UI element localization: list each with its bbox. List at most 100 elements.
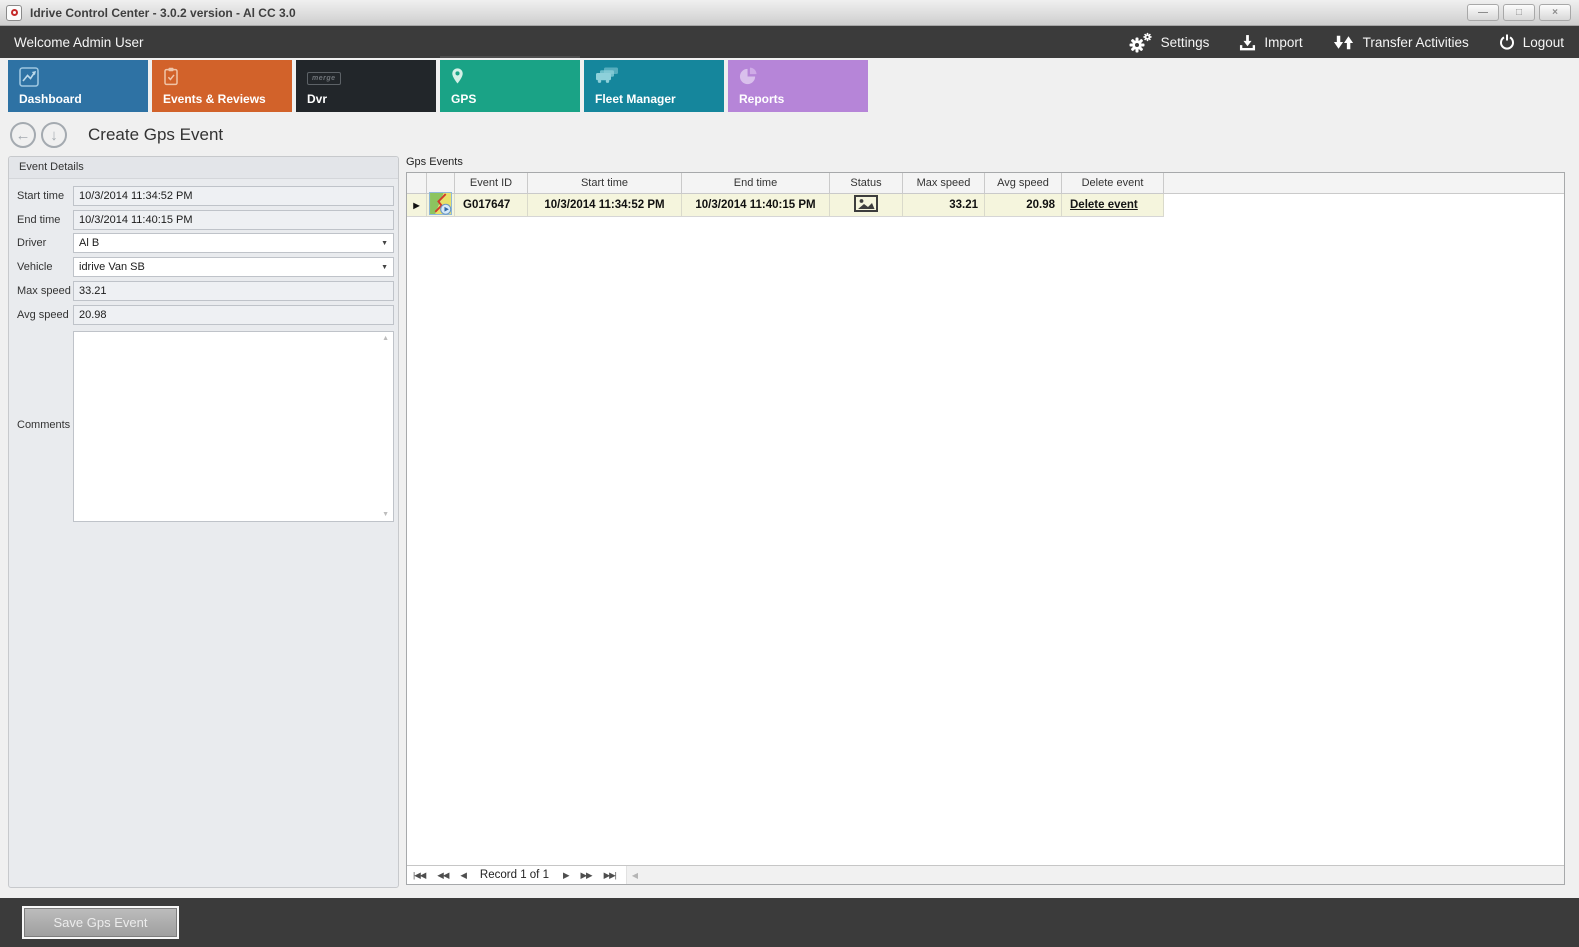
pager-last-button[interactable]: ▶▶|: [598, 870, 622, 881]
form-row: End time 10/3/2014 11:40:15 PM: [9, 210, 398, 230]
scroll-left-icon[interactable]: ◀: [627, 871, 638, 880]
map-thumbnail-icon: [429, 192, 452, 218]
delete-event-link[interactable]: Delete event: [1070, 199, 1138, 211]
image-icon: [854, 195, 878, 215]
close-button[interactable]: ×: [1539, 4, 1571, 21]
table-row[interactable]: ▶ G017647 10/3/2014 11:34:52 PM 10/3/201…: [407, 194, 1564, 217]
welcome-text: Welcome Admin User: [14, 35, 144, 50]
pager-next-button[interactable]: ▶: [557, 870, 575, 881]
avg-speed-field[interactable]: 20.98: [73, 305, 394, 325]
header-filler: [1164, 173, 1564, 193]
grid-header-row: Event ID Start time End time Status Max …: [407, 173, 1564, 194]
scroll-down-icon[interactable]: ▼: [382, 511, 389, 518]
breadcrumb: ← ↓ Create Gps Event: [10, 120, 223, 150]
map-pin-icon: [451, 67, 464, 90]
chevron-down-icon: ▼: [381, 264, 388, 271]
max-speed-value: 33.21: [79, 285, 107, 297]
form-row: Driver Al B ▼: [9, 233, 398, 253]
form-row: Vehicle idrive Van SB ▼: [9, 257, 398, 277]
back-button[interactable]: ←: [10, 122, 36, 148]
tab-dashboard[interactable]: Dashboard: [8, 60, 148, 112]
header-max-speed[interactable]: Max speed: [903, 173, 985, 193]
event-details-header: Event Details: [9, 157, 398, 179]
tab-dashboard-label: Dashboard: [19, 92, 82, 106]
comments-label: Comments: [17, 419, 70, 431]
end-time-field[interactable]: 10/3/2014 11:40:15 PM: [73, 210, 394, 230]
tab-reports[interactable]: Reports: [728, 60, 868, 112]
comments-textarea[interactable]: ▲ ▼: [73, 331, 394, 522]
tab-gps-label: GPS: [451, 92, 476, 106]
gps-events-grid: Event ID Start time End time Status Max …: [406, 172, 1565, 885]
row-indicator-cell: ▶: [407, 194, 427, 217]
cell-start-time: 10/3/2014 11:34:52 PM: [528, 194, 682, 217]
scroll-up-icon[interactable]: ▲: [382, 335, 389, 342]
transfer-activities-button[interactable]: Transfer Activities: [1318, 35, 1484, 50]
logout-button[interactable]: Logout: [1484, 34, 1579, 50]
pager-prev-button[interactable]: ◀: [454, 870, 472, 881]
window-title: Idrive Control Center - 3.0.2 version - …: [30, 6, 296, 20]
avg-speed-value: 20.98: [79, 309, 107, 321]
collapse-button[interactable]: ↓: [41, 122, 67, 148]
header-start-time[interactable]: Start time: [528, 173, 682, 193]
tab-dvr[interactable]: merge Dvr: [296, 60, 436, 112]
import-icon: [1239, 34, 1256, 51]
start-time-field[interactable]: 10/3/2014 11:34:52 PM: [73, 186, 394, 206]
pie-chart-icon: [739, 67, 758, 91]
grid-title: Gps Events: [406, 156, 1565, 171]
merge-icon-text: merge: [307, 72, 341, 85]
form-row: Max speed 33.21: [9, 281, 398, 301]
settings-button[interactable]: Settings: [1113, 32, 1225, 53]
horizontal-scrollbar[interactable]: ◀: [626, 866, 1564, 884]
transfer-icon: [1333, 35, 1355, 50]
header-event-id[interactable]: Event ID: [455, 173, 528, 193]
app-icon: [6, 5, 22, 21]
vehicle-value: idrive Van SB: [79, 261, 145, 273]
avg-speed-label: Avg speed: [17, 309, 69, 321]
header-delete-event[interactable]: Delete event: [1062, 173, 1164, 193]
row-filler: [1164, 194, 1564, 217]
vehicle-select[interactable]: idrive Van SB ▼: [73, 257, 394, 277]
header-status[interactable]: Status: [830, 173, 903, 193]
pager-record-label: Record 1 of 1: [472, 869, 557, 881]
pager-prev-page-button[interactable]: ◀◀: [431, 870, 454, 881]
row-indicator-icon: ▶: [413, 201, 419, 210]
gps-events-section: Gps Events Event ID Start time End time …: [406, 156, 1565, 885]
cell-status[interactable]: [830, 194, 903, 217]
transfer-activities-label: Transfer Activities: [1363, 35, 1469, 50]
left-arrow-icon: ←: [16, 128, 31, 143]
module-tabs: Dashboard Events & Reviews merge Dvr GPS: [8, 60, 868, 112]
tab-events-reviews[interactable]: Events & Reviews: [152, 60, 292, 112]
end-time-label: End time: [17, 214, 60, 226]
fleet-icon: [595, 67, 621, 89]
tab-dvr-label: Dvr: [307, 92, 327, 106]
minimize-button[interactable]: —: [1467, 4, 1499, 21]
row-icon-cell[interactable]: [427, 194, 455, 217]
import-button[interactable]: Import: [1224, 34, 1317, 51]
start-time-label: Start time: [17, 190, 64, 202]
tab-fleet-manager-label: Fleet Manager: [595, 92, 676, 106]
maximize-button[interactable]: □: [1503, 4, 1535, 21]
logout-label: Logout: [1523, 35, 1564, 50]
cell-event-id: G017647: [455, 194, 528, 217]
header-icon-column: [427, 173, 455, 193]
cell-end-time: 10/3/2014 11:40:15 PM: [682, 194, 830, 217]
power-icon: [1499, 34, 1515, 50]
cell-delete-event: Delete event: [1062, 194, 1164, 217]
save-gps-event-button[interactable]: Save Gps Event: [22, 906, 179, 939]
pager-first-button[interactable]: |◀◀: [407, 870, 431, 881]
pager-next-page-button[interactable]: ▶▶: [575, 870, 598, 881]
line-chart-icon: [19, 67, 39, 92]
tab-fleet-manager[interactable]: Fleet Manager: [584, 60, 724, 112]
driver-select[interactable]: Al B ▼: [73, 233, 394, 253]
import-label: Import: [1264, 35, 1302, 50]
grid-pager: |◀◀ ◀◀ ◀ Record 1 of 1 ▶ ▶▶ ▶▶| ◀: [407, 865, 1564, 884]
vehicle-label: Vehicle: [17, 261, 52, 273]
form-row: Start time 10/3/2014 11:34:52 PM: [9, 186, 398, 206]
tab-gps[interactable]: GPS: [440, 60, 580, 112]
header-end-time[interactable]: End time: [682, 173, 830, 193]
driver-value: Al B: [79, 237, 99, 249]
toolbar-actions: Settings Import Transfer Activities: [1113, 32, 1579, 53]
max-speed-field[interactable]: 33.21: [73, 281, 394, 301]
tab-events-reviews-label: Events & Reviews: [163, 92, 266, 106]
header-avg-speed[interactable]: Avg speed: [985, 173, 1062, 193]
